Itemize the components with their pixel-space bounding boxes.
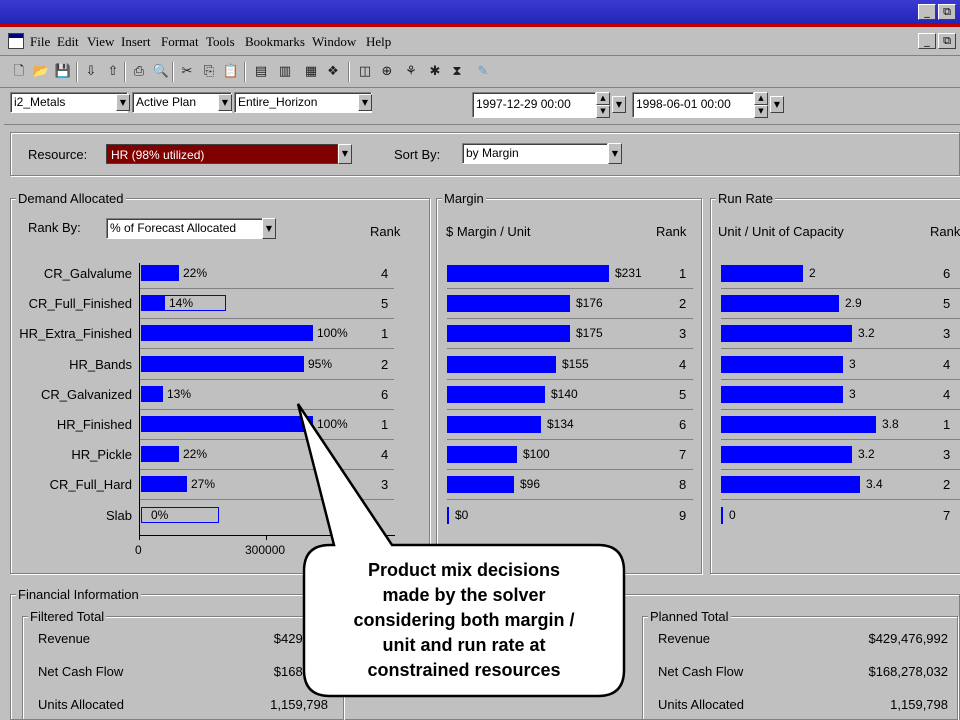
- callout-line: constrained resources: [367, 660, 561, 680]
- callout-line: made by the solver: [382, 585, 546, 605]
- callout-line: unit and run rate at: [382, 635, 546, 655]
- callout-line: Product mix decisions: [367, 560, 561, 580]
- callout-line: considering both margin /: [353, 610, 575, 630]
- callout-text: Product mix decisions made by the solver…: [306, 558, 622, 683]
